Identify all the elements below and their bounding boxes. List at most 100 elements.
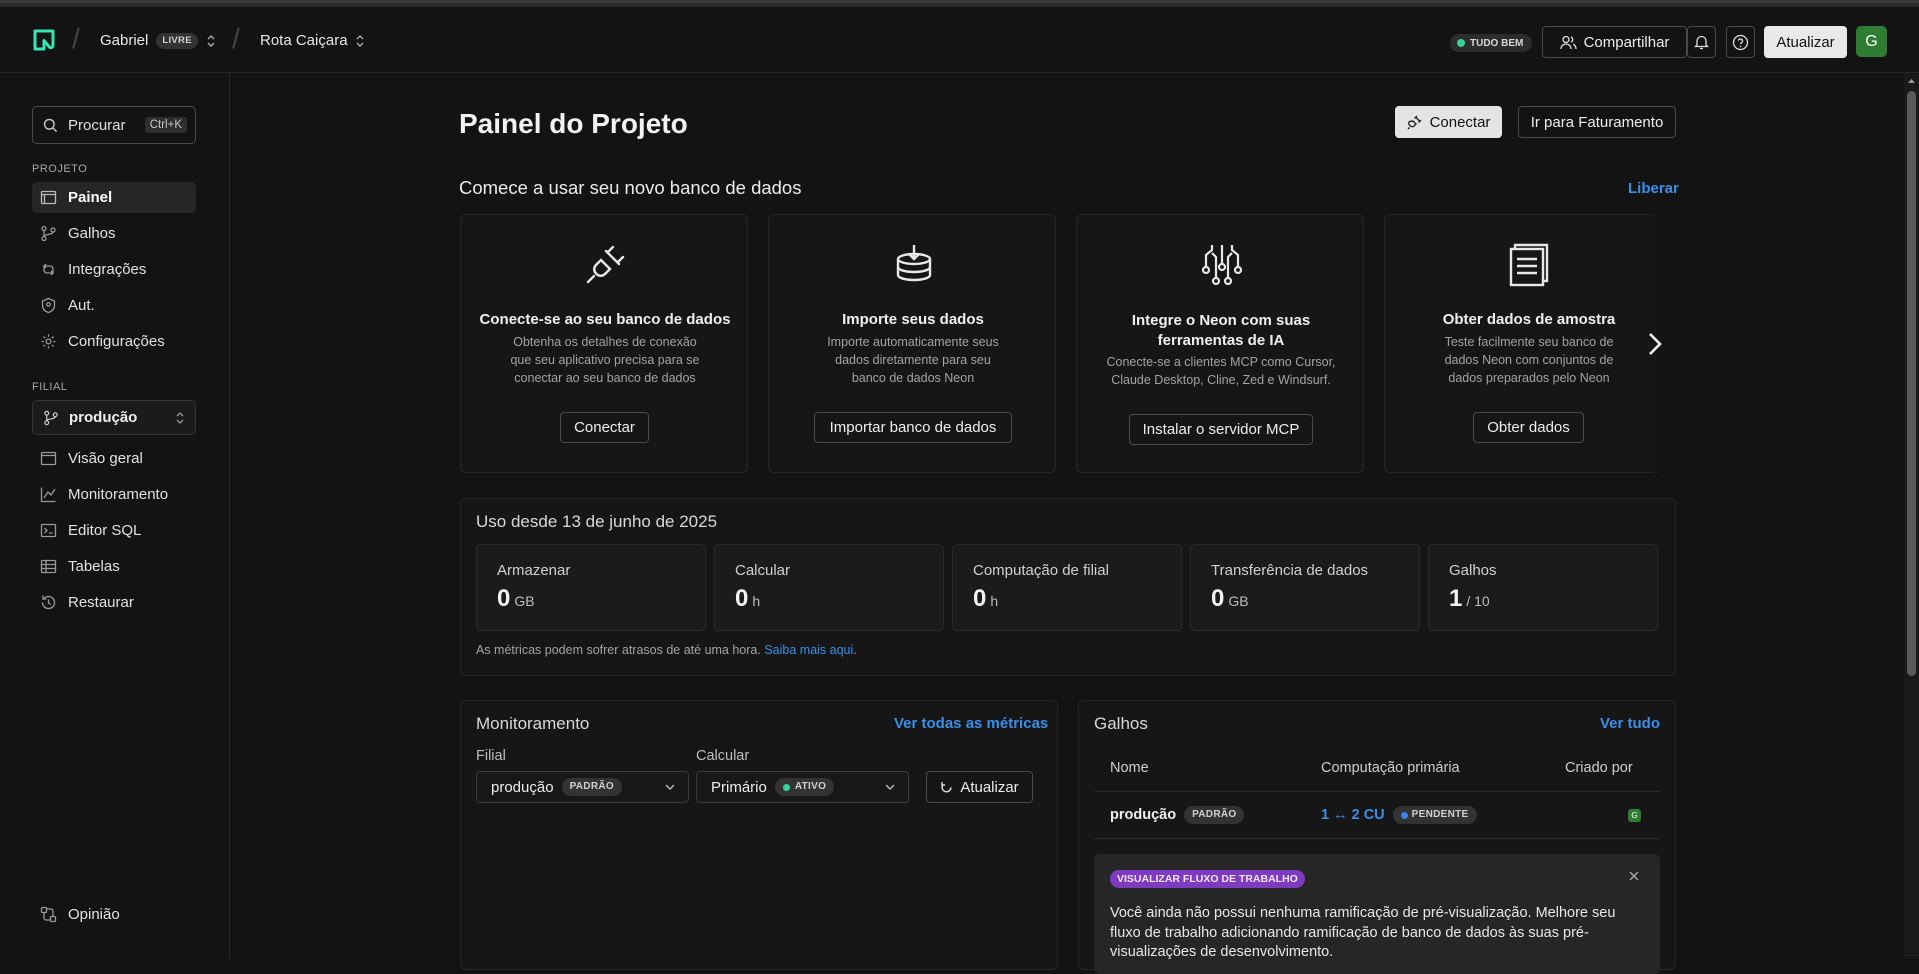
scroll-up-icon[interactable] [1907,77,1916,84]
metric-value: 0 [973,585,987,612]
card-description: Obtenha os detalhes de conexão que seu a… [510,335,700,385]
scrollbar-track[interactable] [1904,73,1919,959]
branch-selector[interactable]: produção [32,400,196,435]
getting-started-card: Importe seus dados Importe automaticamen… [768,214,1056,473]
branch-name[interactable]: produção [1110,807,1176,823]
pending-badge: PENDENTE [1392,806,1477,824]
metric-value: 0 [735,585,749,612]
card-description: Conecte-se a clientes MCP como Cursor, C… [1106,355,1336,387]
share-button[interactable]: Compartilhar [1542,26,1687,58]
learn-more-link[interactable]: Saiba mais aqui [764,643,853,657]
all-metrics-link[interactable]: Ver todas as métricas [894,715,1048,732]
refresh-icon [941,781,953,792]
default-badge: PADRÃO [561,778,622,796]
metric-compute: Calcular 0h [714,544,944,631]
sidebar-item-integracoes[interactable]: Integrações [32,254,196,285]
compute-select[interactable]: Primário ATIVO [696,771,909,803]
dismiss-link[interactable]: Liberar [1628,180,1679,197]
document-icon [1507,243,1551,287]
button-label: Importar banco de dados [829,419,997,436]
integrations-icon [43,263,54,276]
neon-logo-icon[interactable] [32,28,56,52]
compute-filter-label: Calcular [696,748,750,764]
sidebar-item-label: Painel [68,189,113,206]
card-description: Teste facilmente seu banco de dados Neon… [1444,335,1614,385]
metric-value: 0 [1211,585,1225,612]
refresh-button[interactable]: Atualizar [926,771,1033,803]
sidebar-item-editor-sql[interactable]: Editor SQL [32,515,196,546]
connect-db-button[interactable]: Conectar [560,412,649,443]
sidebar-item-configuracoes[interactable]: Configurações [32,326,196,357]
status-dot-icon [782,783,790,791]
connect-label: Conectar [1429,113,1491,131]
usage-title: Uso desde 13 de junho de 2025 [476,512,718,531]
notifications-button[interactable] [1687,26,1716,58]
sidebar-item-monitoramento[interactable]: Monitoramento [32,479,196,510]
sidebar-item-label: Visão geral [68,450,143,467]
get-sample-data-button[interactable]: Obter dados [1473,412,1584,443]
breadcrumb-separator: / [232,23,240,54]
upgrade-button[interactable]: Atualizar [1764,26,1847,58]
sidebar-item-restaurar[interactable]: Restaurar [32,587,196,618]
ai-circuit-icon [1201,243,1243,285]
help-circle-icon [1732,34,1749,50]
scrollbar-thumb[interactable] [1907,91,1916,676]
branch-selector-label: produção [69,409,138,426]
branch-select[interactable]: produção PADRÃO [476,771,689,803]
import-db-button[interactable]: Importar banco de dados [814,412,1012,443]
search-button[interactable]: Procurar Ctrl+K [32,106,196,144]
preview-badge: VISUALIZAR FLUXO DE TRABALHO [1110,870,1305,888]
avatar[interactable]: G [1856,26,1887,57]
shield-icon [41,297,56,314]
search-label: Procurar [68,116,126,134]
search-shortcut: Ctrl+K [144,117,187,133]
sidebar-item-visao-geral[interactable]: Visão geral [32,443,196,474]
sidebar-item-aut[interactable]: Aut. [32,290,196,321]
monitoring-title: Monitoramento [476,714,590,733]
status-badge[interactable]: TUDO BEM [1450,34,1533,52]
monitoring-card [460,700,1058,970]
sidebar-item-tabelas[interactable]: Tabelas [32,551,196,582]
connect-button[interactable]: Conectar [1395,106,1502,138]
metric-storage: Armazenar 0 GB [476,544,706,631]
card-title: Integre o Neon com suas ferramentas de I… [1131,312,1311,349]
sidebar-item-painel[interactable]: Painel [32,182,196,213]
view-all-branches-link[interactable]: Ver tudo [1600,715,1660,732]
database-import-icon [893,243,935,285]
metric-branch-compute: Computação de filial 0h [952,544,1182,631]
dashboard-icon [40,190,57,205]
metric-label: Computação de filial [973,562,1109,579]
metric-unit: / 10 [1466,593,1490,609]
help-button[interactable] [1726,26,1755,58]
getting-started-title: Comece a usar seu novo banco de dados [459,177,802,198]
billing-button[interactable]: Ir para Faturamento [1518,106,1676,138]
org-switcher[interactable]: Gabriel LIVRE [100,32,216,49]
sidebar-item-label: Opinião [68,906,120,923]
sidebar-item-opiniao[interactable]: Opinião [32,899,196,930]
default-badge: PADRÃO [1184,806,1245,824]
close-icon[interactable] [1628,870,1640,882]
branch-icon [44,410,58,425]
branches-title: Galhos [1094,714,1148,733]
sidebar: Procurar Ctrl+K PROJETO Painel Galhos In… [0,73,230,959]
chart-line-icon [40,487,56,503]
sidebar-item-label: Integrações [68,261,147,278]
branch-icon [41,225,56,242]
chevron-right-icon[interactable] [1645,330,1665,358]
metric-unit: h [990,593,999,609]
project-switcher[interactable]: Rota Caiçara [260,32,365,49]
metric-unit: GB [1228,593,1249,609]
compute-size-link[interactable]: 1 ↔ 2 CU [1321,807,1385,823]
table-row[interactable]: produção PADRÃO 1 ↔ 2 CU PENDENTE G [1094,792,1660,838]
sidebar-item-label: Galhos [68,225,116,242]
section-label-branch: FILIAL [32,381,68,393]
button-label: Instalar o servidor MCP [1142,421,1300,438]
install-mcp-button[interactable]: Instalar o servidor MCP [1129,414,1313,445]
getting-started-card: Obter dados de amostra Teste facilmente … [1384,214,1672,473]
preview-workflow-callout: VISUALIZAR FLUXO DE TRABALHO Você ainda … [1094,854,1660,974]
sidebar-item-label: Tabelas [68,558,120,575]
sidebar-item-galhos[interactable]: Galhos [32,218,196,249]
feedback-icon [40,906,57,923]
metric-label: Armazenar [497,562,571,579]
button-label: Obter dados [1487,419,1570,436]
